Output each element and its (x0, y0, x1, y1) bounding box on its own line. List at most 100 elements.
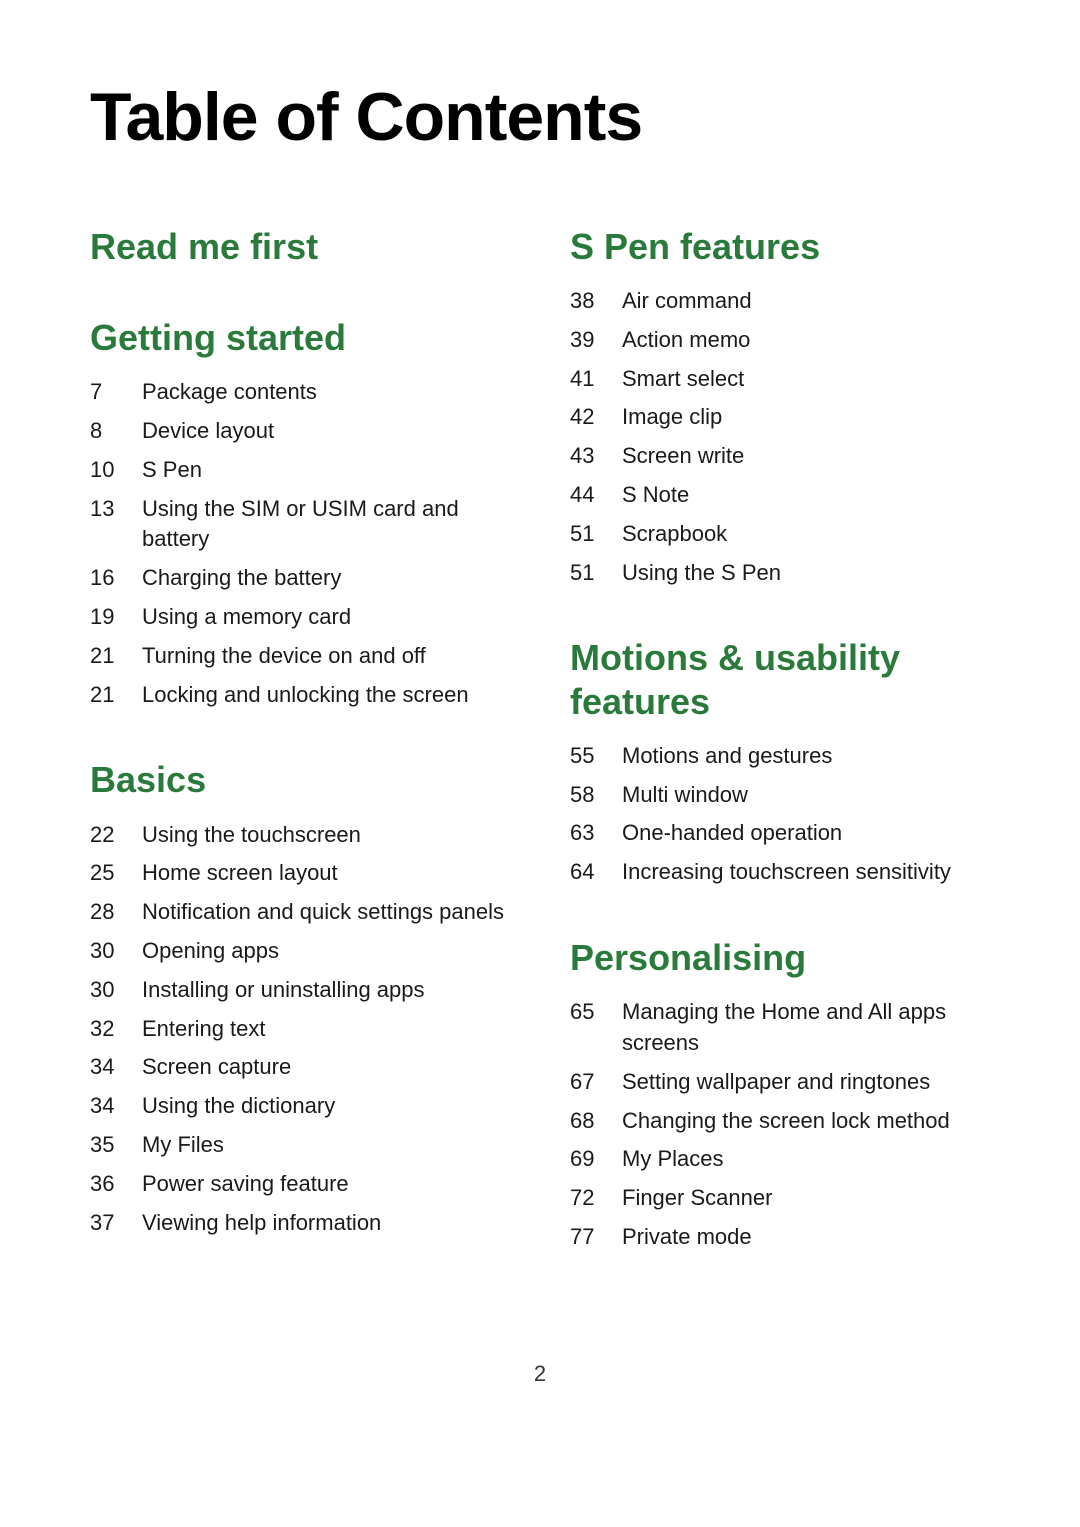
section-0: Read me first (90, 225, 510, 268)
toc-list-2: 22Using the touchscreen 25Home screen lay… (90, 820, 510, 1239)
section-title-2: Personalising (570, 936, 990, 979)
item-text-1-4: Charging the battery (142, 563, 341, 594)
section-1: Getting started7Package contents8Device … (90, 316, 510, 710)
item-text-0-1: Action memo (622, 325, 750, 356)
toc-item: 51Using the S Pen (570, 558, 990, 589)
item-text-1-5: Using a memory card (142, 602, 351, 633)
toc-item: 44S Note (570, 480, 990, 511)
right-column: S Pen features38Air command39Action memo… (570, 225, 990, 1301)
page-number-2-7: 34 (90, 1091, 142, 1122)
toc-item: 28Notification and quick settings panels (90, 897, 510, 928)
toc-columns: Read me first Getting started7Package con… (90, 225, 990, 1301)
item-text-1-2: S Pen (142, 455, 202, 486)
toc-item: 51Scrapbook (570, 519, 990, 550)
page-number-0-5: 44 (570, 480, 622, 511)
item-text-0-2: Smart select (622, 364, 744, 395)
item-text-1-1: Multi window (622, 780, 748, 811)
toc-item: 21Turning the device on and off (90, 641, 510, 672)
toc-item: 16Charging the battery (90, 563, 510, 594)
item-text-2-10: Viewing help information (142, 1208, 381, 1239)
page-number-0-0: 38 (570, 286, 622, 317)
page-number-1-2: 10 (90, 455, 142, 486)
item-text-2-7: Using the dictionary (142, 1091, 335, 1122)
toc-item: 34Using the dictionary (90, 1091, 510, 1122)
toc-item: 22Using the touchscreen (90, 820, 510, 851)
page-number-1-4: 16 (90, 563, 142, 594)
toc-item: 36Power saving feature (90, 1169, 510, 1200)
page-number-2-0: 22 (90, 820, 142, 851)
item-text-2-2: Changing the screen lock method (622, 1106, 950, 1137)
toc-item: 68Changing the screen lock method (570, 1106, 990, 1137)
item-text-1-3: Using the SIM or USIM card and battery (142, 494, 510, 556)
item-text-0-7: Using the S Pen (622, 558, 781, 589)
toc-item: 19Using a memory card (90, 602, 510, 633)
page-number-0-4: 43 (570, 441, 622, 472)
toc-item: 41Smart select (570, 364, 990, 395)
item-text-2-9: Power saving feature (142, 1169, 349, 1200)
toc-item: 30Opening apps (90, 936, 510, 967)
item-text-2-5: Private mode (622, 1222, 752, 1253)
toc-item: 32Entering text (90, 1014, 510, 1045)
page-number-2-2: 68 (570, 1106, 622, 1137)
toc-list-1: 7Package contents8Device layout10S Pen13… (90, 377, 510, 710)
toc-item: 65Managing the Home and All apps screens (570, 997, 990, 1059)
toc-item: 72Finger Scanner (570, 1183, 990, 1214)
item-text-2-0: Using the touchscreen (142, 820, 361, 851)
item-text-2-4: Installing or uninstalling apps (142, 975, 425, 1006)
page-number-1-2: 63 (570, 818, 622, 849)
section-1: Motions & usability features 55Motions an… (570, 636, 990, 888)
item-text-2-6: Screen capture (142, 1052, 291, 1083)
toc-item: 77Private mode (570, 1222, 990, 1253)
item-text-2-1: Setting wallpaper and ringtones (622, 1067, 930, 1098)
item-text-2-0: Managing the Home and All apps screens (622, 997, 990, 1059)
page-number-1-1: 8 (90, 416, 142, 447)
toc-item: 69My Places (570, 1144, 990, 1175)
toc-item: 63One-handed operation (570, 818, 990, 849)
item-text-1-3: Increasing touchscreen sensitivity (622, 857, 951, 888)
toc-item: 42Image clip (570, 402, 990, 433)
item-text-2-5: Entering text (142, 1014, 266, 1045)
section-title-0: S Pen features (570, 225, 990, 268)
item-text-0-5: S Note (622, 480, 689, 511)
toc-item: 55Motions and gestures (570, 741, 990, 772)
item-text-2-1: Home screen layout (142, 858, 338, 889)
section-title-1: Motions & usability features (570, 636, 990, 722)
page-number-0-7: 51 (570, 558, 622, 589)
item-text-1-7: Locking and unlocking the screen (142, 680, 469, 711)
toc-item: 34Screen capture (90, 1052, 510, 1083)
item-text-1-6: Turning the device on and off (142, 641, 426, 672)
page-number-1-5: 19 (90, 602, 142, 633)
section-2: Personalising 65Managing the Home and All… (570, 936, 990, 1253)
page-number-0-6: 51 (570, 519, 622, 550)
page-number-2-5: 77 (570, 1222, 622, 1253)
item-text-1-0: Package contents (142, 377, 317, 408)
item-text-0-6: Scrapbook (622, 519, 727, 550)
page-number-2-2: 28 (90, 897, 142, 928)
item-text-0-0: Air command (622, 286, 752, 317)
page-number-2-5: 32 (90, 1014, 142, 1045)
toc-list-2: 65Managing the Home and All apps screens… (570, 997, 990, 1253)
toc-item: 25Home screen layout (90, 858, 510, 889)
page-number-1-0: 55 (570, 741, 622, 772)
page-number-2-4: 72 (570, 1183, 622, 1214)
item-text-2-8: My Files (142, 1130, 224, 1161)
page-number-2-8: 35 (90, 1130, 142, 1161)
item-text-1-0: Motions and gestures (622, 741, 832, 772)
toc-item: 35My Files (90, 1130, 510, 1161)
page-number-1-0: 7 (90, 377, 142, 408)
section-title-2: Basics (90, 758, 510, 801)
left-column: Read me first Getting started7Package con… (90, 225, 510, 1301)
item-text-1-1: Device layout (142, 416, 274, 447)
page-number-2-3: 30 (90, 936, 142, 967)
page-number: 2 (90, 1361, 990, 1387)
toc-item: 21Locking and unlocking the screen (90, 680, 510, 711)
item-text-2-4: Finger Scanner (622, 1183, 772, 1214)
item-text-2-3: Opening apps (142, 936, 279, 967)
toc-item: 30Installing or uninstalling apps (90, 975, 510, 1006)
page-number-2-10: 37 (90, 1208, 142, 1239)
item-text-1-2: One-handed operation (622, 818, 842, 849)
toc-item: 43Screen write (570, 441, 990, 472)
toc-item: 38Air command (570, 286, 990, 317)
page-number-1-7: 21 (90, 680, 142, 711)
page-number-1-1: 58 (570, 780, 622, 811)
